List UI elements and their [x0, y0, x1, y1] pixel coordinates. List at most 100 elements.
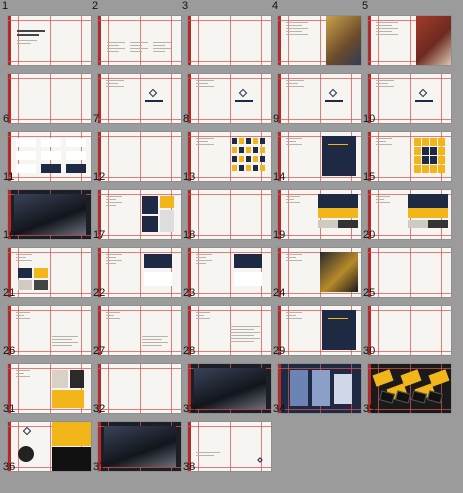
text-line	[130, 45, 142, 46]
slide-thumbnail[interactable]: 8	[183, 74, 271, 125]
slide-thumbnail[interactable]: 18	[183, 190, 271, 241]
slide-number: 13	[183, 171, 196, 183]
text-line	[286, 257, 296, 258]
card-mockup	[144, 272, 172, 286]
slide-thumbnail[interactable]: 14	[273, 132, 361, 183]
slide-thumbnail[interactable]: 5	[362, 1, 451, 65]
title-text	[17, 34, 39, 36]
text-line	[376, 141, 386, 142]
logo-tile	[16, 138, 36, 147]
slide-thumbnail[interactable]: 17	[93, 190, 181, 241]
grid-cell	[438, 156, 445, 164]
guide-line	[288, 132, 289, 181]
slide-thumbnail[interactable]: 25	[363, 248, 451, 299]
slide-thumbnail[interactable]: 23	[183, 248, 271, 299]
slide-thumbnail[interactable]: 37	[93, 422, 181, 473]
slide-thumbnail[interactable]: 36	[3, 422, 91, 473]
slide-number: 10	[363, 113, 376, 125]
guide-line	[278, 78, 361, 79]
text-line	[16, 254, 32, 255]
guide-line	[8, 61, 91, 62]
text-line	[106, 196, 122, 197]
guide-line	[171, 364, 172, 413]
text-line	[106, 199, 116, 200]
slide-thumbnail[interactable]: 33	[183, 364, 271, 415]
slide-thumbnail[interactable]: 22	[93, 248, 181, 299]
guide-line	[50, 16, 51, 65]
text-line	[196, 86, 214, 87]
business-card	[426, 390, 444, 404]
business-card	[410, 390, 428, 404]
slide-thumbnail[interactable]: 29	[273, 306, 361, 357]
slide-thumbnail[interactable]: 28	[183, 306, 271, 357]
slide-thumbnail[interactable]: 34	[273, 364, 361, 415]
slide-thumbnail[interactable]: 1	[2, 1, 91, 65]
text-line	[376, 31, 392, 32]
slide-accent-bar	[188, 16, 191, 65]
text-line	[230, 335, 254, 336]
guide-line	[368, 409, 451, 410]
guide-line	[368, 177, 451, 178]
slide-number: 31	[3, 403, 16, 415]
guide-line	[8, 136, 91, 137]
slide-number: 29	[273, 345, 286, 357]
guide-line	[368, 78, 451, 79]
slide-thumbnail[interactable]: 6	[3, 74, 91, 125]
guide-line	[198, 132, 199, 181]
slide-number: 6	[3, 113, 10, 125]
guide-line	[140, 16, 141, 65]
slide-thumbnail[interactable]: 26	[3, 306, 91, 357]
logo-tile	[66, 138, 86, 147]
guide-line	[8, 310, 91, 311]
card-accent	[328, 144, 348, 145]
guide-line	[230, 248, 231, 297]
logo-tile	[16, 164, 36, 173]
guide-line	[171, 132, 172, 181]
slide-thumbnail[interactable]: 16	[3, 190, 91, 241]
slide-thumbnail[interactable]: 3	[182, 1, 271, 65]
guide-line	[108, 132, 109, 181]
slide-thumbnail[interactable]: 30	[363, 306, 451, 357]
pattern-cell	[253, 165, 258, 171]
slide-thumbnail[interactable]: 35	[363, 364, 451, 415]
slide-thumbnail[interactable]: 32	[93, 364, 181, 415]
text-line	[107, 45, 119, 46]
guide-line	[410, 132, 411, 181]
guide-line	[378, 248, 379, 297]
slide-thumbnail[interactable]: 38	[183, 422, 271, 473]
text-line	[286, 260, 302, 261]
guide-line	[288, 190, 289, 239]
slide-thumbnail[interactable]: 20	[363, 190, 451, 241]
slide-thumbnail[interactable]: 27	[93, 306, 181, 357]
guide-line	[98, 467, 181, 468]
photo	[14, 194, 86, 235]
slide-thumbnail[interactable]: 4	[272, 1, 361, 65]
guide-line	[198, 74, 199, 123]
grid-cell	[422, 156, 429, 164]
guide-line	[98, 310, 181, 311]
slide-number: 3	[182, 0, 189, 12]
slide-thumbnail[interactable]: 12	[93, 132, 181, 183]
slide-thumbnail[interactable]: 9	[273, 74, 361, 125]
guide-line	[50, 74, 51, 123]
photo	[334, 374, 352, 404]
guide-line	[278, 119, 361, 120]
slide-thumbnail[interactable]: 19	[273, 190, 361, 241]
text-line	[376, 144, 392, 145]
slide-thumbnail[interactable]: 15	[363, 132, 451, 183]
slide-thumbnail[interactable]: 10	[363, 74, 451, 125]
slide-thumbnail[interactable]: 7	[93, 74, 181, 125]
slide-thumbnail[interactable]: 2	[92, 1, 181, 65]
guide-line	[351, 74, 352, 123]
building-photo	[326, 16, 361, 65]
slide-thumbnail[interactable]: 24	[273, 248, 361, 299]
slide-thumbnail[interactable]: 11	[3, 132, 91, 183]
slide-thumbnail[interactable]: 13	[183, 132, 271, 183]
text-line	[230, 329, 254, 330]
guide-line	[50, 422, 51, 471]
guide-line	[140, 364, 141, 413]
guide-line	[8, 20, 91, 21]
slide-thumbnail[interactable]: 31	[3, 364, 91, 415]
slide-thumbnail[interactable]: 21	[3, 248, 91, 299]
guide-line	[8, 78, 91, 79]
